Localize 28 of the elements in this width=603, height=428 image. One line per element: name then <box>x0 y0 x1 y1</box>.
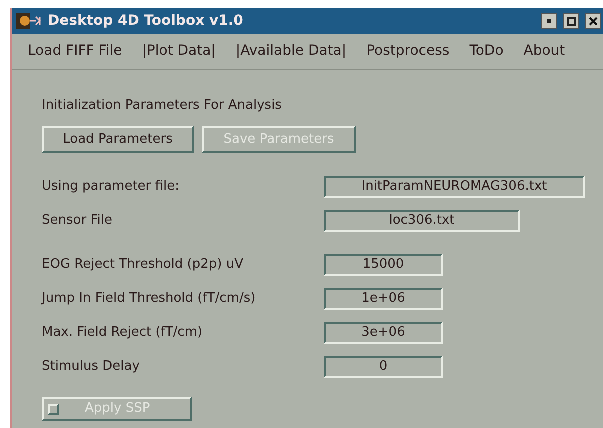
maximize-icon <box>566 16 576 26</box>
value-field[interactable]: 0 <box>324 356 443 378</box>
field-label: EOG Reject Threshold (p2p) uV <box>42 256 244 274</box>
close-icon <box>588 16 598 26</box>
close-button[interactable] <box>585 13 601 29</box>
app-icon <box>16 12 44 30</box>
field-label: Max. Field Reject (fT/cm) <box>42 324 204 342</box>
window-title: Desktop 4D Toolbox v1.0 <box>48 12 244 30</box>
menu-item[interactable]: Load FIFF File <box>28 41 122 62</box>
field-label: Sensor File <box>42 212 114 230</box>
section-heading: Initialization Parameters For Analysis <box>42 97 283 114</box>
menu-item[interactable]: |Plot Data| <box>142 41 216 62</box>
menu-item[interactable]: ToDo <box>470 41 504 62</box>
value-field[interactable]: loc306.txt <box>324 210 520 232</box>
minimize-icon <box>547 19 551 23</box>
minimize-button[interactable] <box>541 13 557 29</box>
maximize-button[interactable] <box>563 13 579 29</box>
field-label: Using parameter file: <box>42 178 180 196</box>
menu-item[interactable]: About <box>524 41 566 62</box>
menu-item[interactable]: Postprocess <box>366 41 450 62</box>
value-field[interactable]: 15000 <box>324 254 443 276</box>
action-button[interactable]: Load Parameters <box>42 126 194 153</box>
field-label: Stimulus Delay <box>42 358 141 376</box>
value-field[interactable]: 3e+06 <box>324 322 443 344</box>
value-field[interactable]: InitParamNEUROMAG306.txt <box>324 176 585 198</box>
menu-item[interactable]: |Available Data| <box>236 41 347 62</box>
value-field[interactable]: 1e+06 <box>324 288 443 310</box>
field-label: Jump In Field Threshold (fT/cm/s) <box>42 290 257 308</box>
